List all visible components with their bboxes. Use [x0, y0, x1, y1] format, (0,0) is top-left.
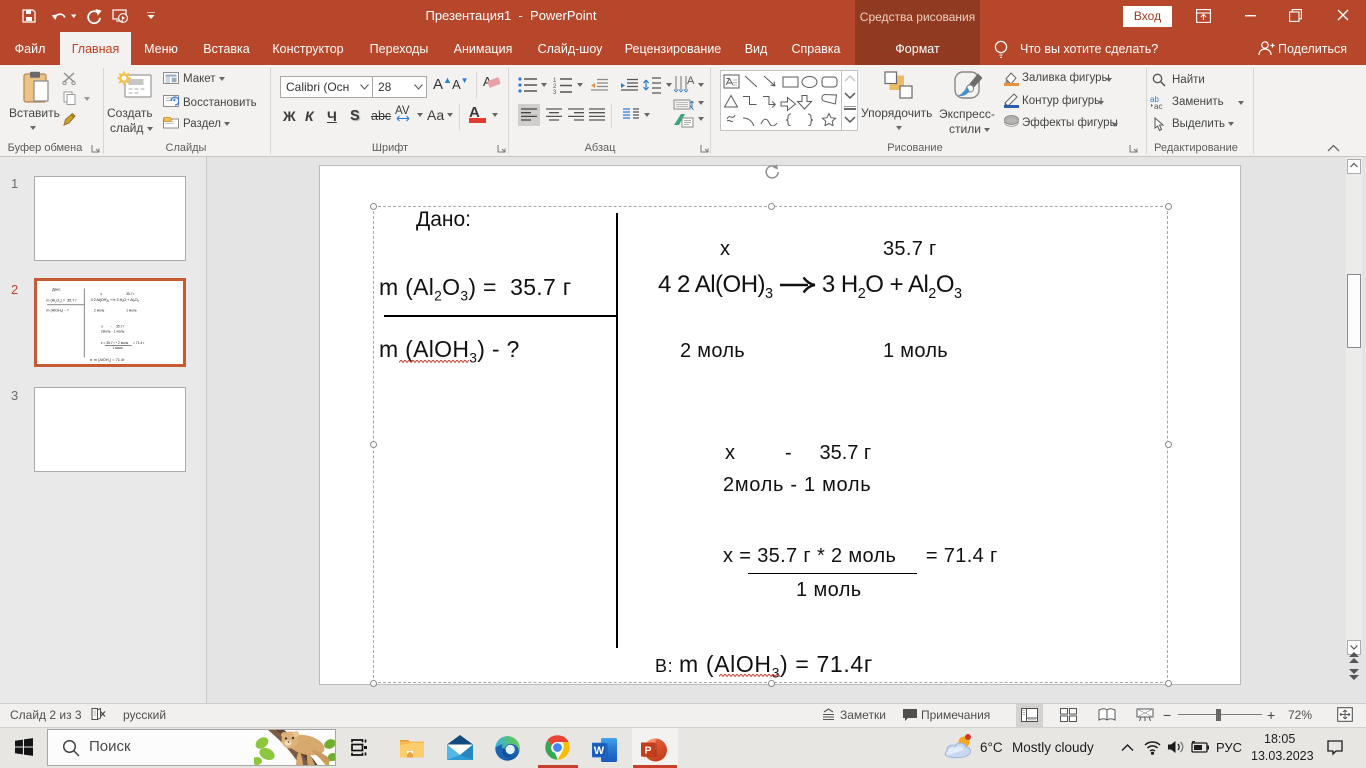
svg-text:P: P [644, 745, 651, 757]
svg-text:ac: ac [1154, 102, 1162, 110]
svg-text:3: 3 [553, 90, 557, 94]
svg-text:W: W [594, 745, 605, 757]
svg-text:А: А [687, 75, 695, 87]
